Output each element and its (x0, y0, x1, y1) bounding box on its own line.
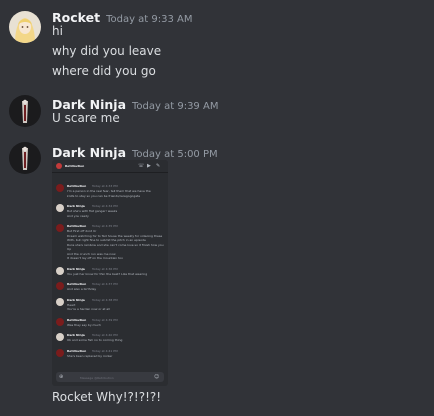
embed-message-text: She's been replaced by rocker (67, 353, 113, 358)
author-name[interactable]: Rocket (52, 10, 100, 25)
embed-author: Dark Ninja (67, 333, 85, 337)
embed-message-text: But she's with flat ganger! weeks (67, 209, 118, 213)
timestamp: Today at 9:33 AM (106, 14, 193, 25)
embed-message-text: Dream watching for to Ted house the week… (67, 233, 163, 238)
embed-author: Dark Ninja (67, 297, 85, 302)
embed-timestamp: Today at 4:36 PM (92, 266, 118, 271)
embed-input-placeholder: Message @Retribution (80, 375, 114, 380)
embed-timestamp: Today at 4:38 PM (92, 297, 118, 302)
embed-author: Dark Ninja (67, 266, 85, 271)
embed-timestamp: Today at 4:40 PM (92, 333, 118, 337)
plus-icon: ⊕ (59, 374, 64, 380)
video-icon: ▶ (147, 163, 151, 169)
embed-avatar (56, 297, 64, 306)
author-name[interactable]: Dark Ninja (52, 97, 126, 112)
avatar[interactable] (9, 95, 41, 127)
embed-message-text: I'm a person in the real fear, tell them… (67, 189, 151, 193)
message-text: U scare me (52, 111, 120, 125)
embed-timestamp: Today at 4:34 PM (92, 204, 118, 208)
embed-timestamp: Today at 4:35 PM (92, 224, 118, 228)
embed-author: Dark Ninja (67, 204, 85, 208)
emoji-icon: ☺ (154, 374, 160, 380)
embed-message-text: Heart (67, 302, 76, 307)
embed-timestamp: Today at 4:37 PM (92, 282, 118, 286)
embed-message-text: With, but right fine to submit the pitch… (67, 238, 146, 242)
message-text: why did you leave (52, 44, 162, 58)
message-text: Rocket Why!?!?!?! (52, 390, 162, 404)
embed-avatar (56, 224, 64, 232)
embed-message-text: And also a birthday (67, 287, 97, 291)
embed-avatar (56, 333, 64, 341)
embed-author: Retribution (67, 282, 87, 286)
pin-icon: ✎ (156, 163, 161, 169)
embed-message-text: Ok and some fish no to coming thing (67, 338, 123, 342)
embed-avatar (56, 317, 64, 326)
message-text: hi (52, 24, 63, 38)
embed-message-text: knife to stay so you can be friends/rere… (67, 193, 141, 198)
embed-message-text: Was they say by much (67, 322, 101, 327)
embed-message-text: And you ready (67, 213, 89, 218)
embed-timestamp: Today at 4:41 PM (92, 348, 118, 353)
avatar[interactable] (9, 142, 41, 174)
embed-author: Retribution (67, 184, 87, 188)
embed-message-text: It doesn't lay off on the mountain too (67, 256, 123, 260)
channel-avatar (56, 163, 62, 169)
call-icon: ☏ (138, 163, 145, 169)
embed-avatar (56, 204, 64, 212)
embed-channel-name: Retribution (65, 164, 85, 168)
avatar[interactable] (9, 11, 41, 43)
attached-screenshot[interactable]: Retribution ☏ ▶ ✎ Retribution Today at 4:… (52, 160, 168, 386)
embed-author: Retribution (67, 317, 87, 322)
embed-author: Retribution (67, 348, 87, 353)
embed-message-input: ⊕ Message @Retribution ☺ (56, 372, 164, 382)
embed-message-text: Up (67, 247, 72, 251)
timestamp: Today at 9:39 AM (132, 101, 219, 112)
embed-header: Retribution ☏ ▶ ✎ (52, 160, 168, 173)
author-name[interactable]: Dark Ninja (52, 145, 126, 160)
embed-timestamp: Today at 4:39 PM (92, 317, 118, 322)
timestamp: Today at 5:00 PM (132, 149, 218, 160)
embed-message-text: Runs she's rainbow and she can't come lo… (67, 242, 164, 247)
embed-message-text: But First off dont Ur (67, 229, 97, 233)
embed-message-text: You just her know for thin the best? Lik… (67, 271, 148, 276)
embed-avatar (56, 348, 64, 357)
embed-timestamp: Today at 4:33 PM (92, 184, 118, 188)
embed-avatar (56, 282, 64, 290)
embed-avatar (56, 184, 64, 192)
embed-message-text: And the crunch run was me now (67, 251, 116, 256)
embed-message-text: You're a harden now or at all (67, 307, 110, 311)
message-text: where did you go (52, 64, 156, 78)
embed-avatar (56, 266, 64, 275)
embed-author: Retribution (67, 224, 87, 228)
